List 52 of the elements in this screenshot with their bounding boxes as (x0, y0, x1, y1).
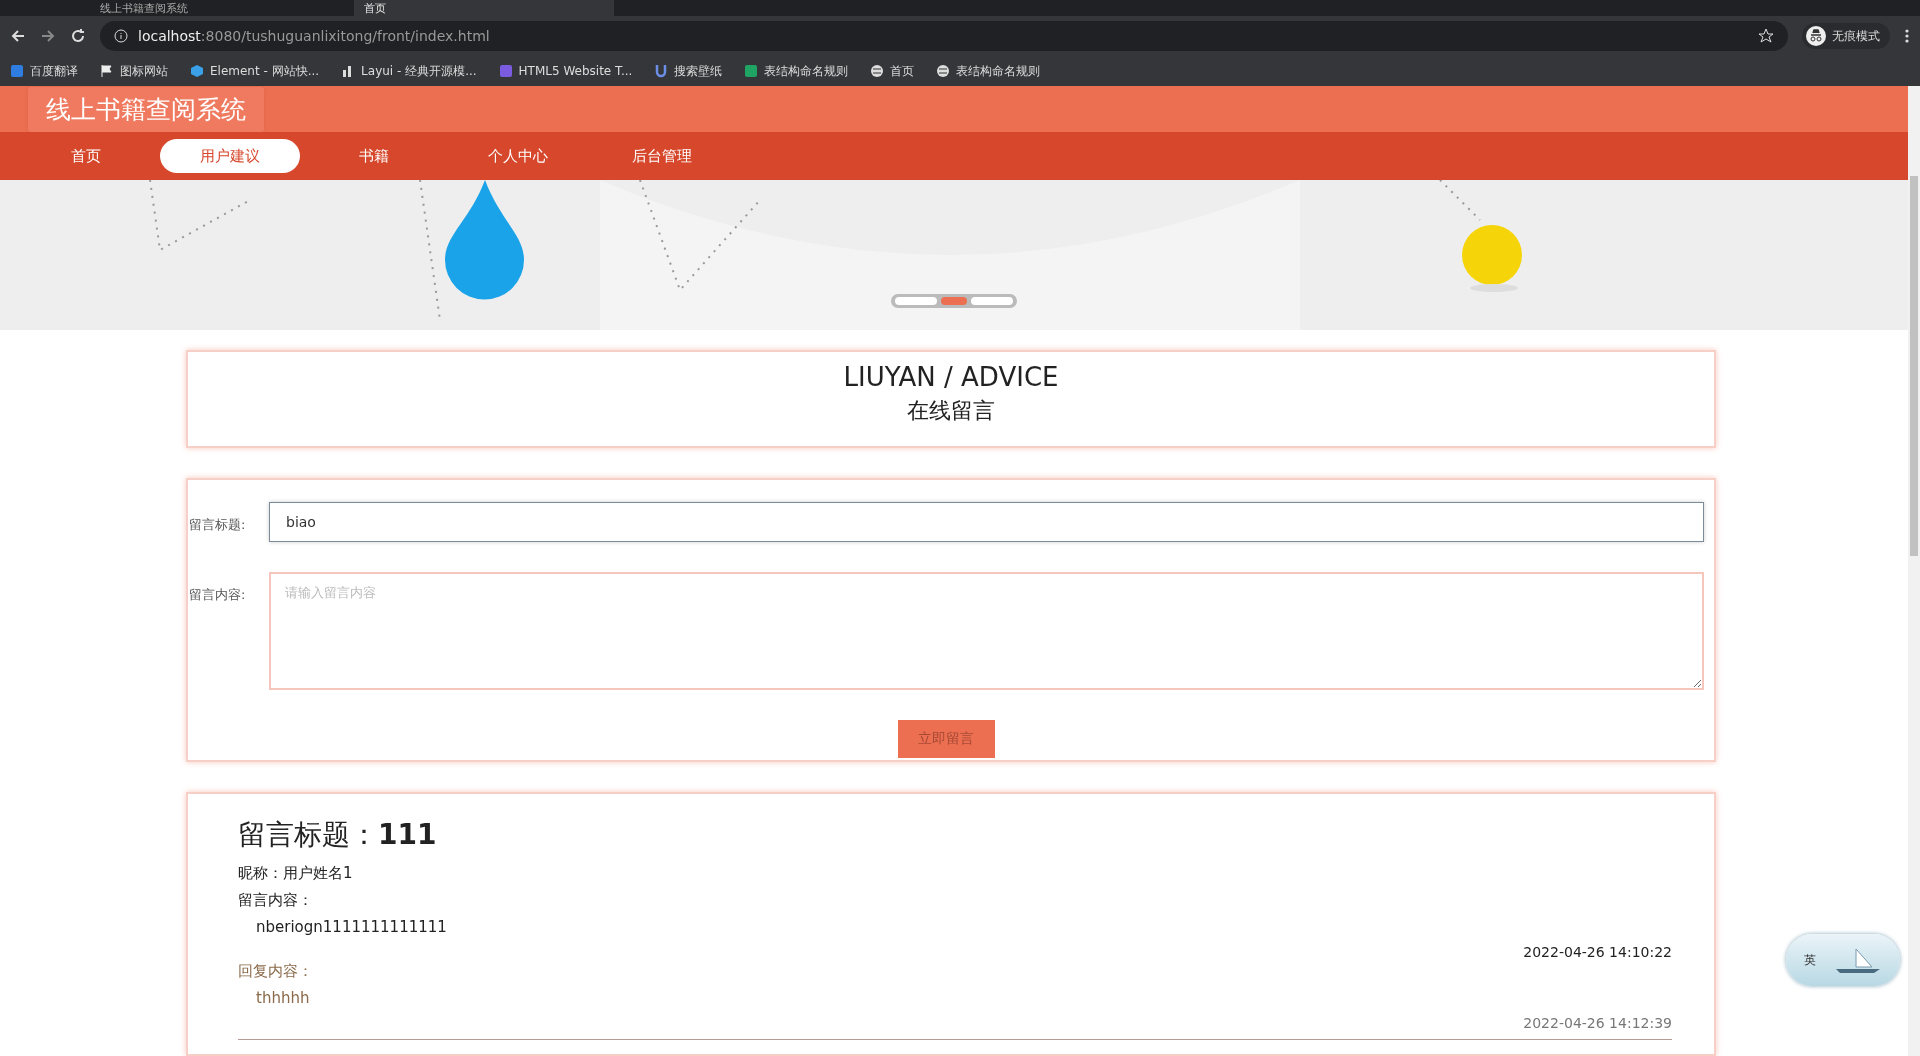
field-label: 留言标题: (188, 516, 247, 534)
bookmark-link[interactable]: Element - 网站快... (190, 62, 320, 80)
magnet-icon (654, 64, 669, 78)
profile-button[interactable]: 无痕模式 (1802, 23, 1890, 49)
back-icon[interactable] (10, 28, 26, 44)
square-icon (744, 64, 759, 78)
info-icon[interactable] (114, 29, 128, 43)
bookmark-link[interactable]: 表结构命名规则 (936, 62, 1041, 80)
globe-icon (870, 64, 885, 78)
content-textarea[interactable]: 请输入留言内容 (269, 572, 1704, 690)
bookmark-link[interactable]: Layui - 经典开源模... (341, 62, 477, 80)
reply-label: 回复内容： (238, 962, 313, 980)
ime-widget[interactable]: 英 (1786, 934, 1900, 986)
title-input[interactable]: biao (269, 502, 1704, 542)
nav-tab[interactable]: 用户建议 (160, 139, 300, 174)
star-icon[interactable] (1758, 28, 1774, 44)
field-label: 留言内容: (188, 586, 247, 604)
bookmark-link[interactable]: HTML5 Website T... (498, 64, 633, 78)
message-content: nberiogn1111111111111 (256, 918, 447, 936)
browser-tab[interactable]: 线上书籍查阅系统 (90, 0, 350, 16)
nav-tab[interactable]: 首页 (16, 139, 156, 174)
hexagon-icon (190, 64, 204, 78)
square-icon (10, 64, 24, 78)
reload-icon[interactable] (70, 28, 86, 44)
bookmark-link[interactable]: 图标网站 (100, 62, 168, 80)
section-title: LIUYAN / ADVICE (842, 361, 1060, 392)
bookmark-link[interactable]: 首页 (870, 62, 915, 80)
incognito-icon (1806, 26, 1826, 46)
bookmark-link[interactable]: 表结构命名规则 (744, 62, 849, 80)
content-label: 留言内容： (238, 891, 314, 910)
nav-tab[interactable]: 个人中心 (448, 139, 588, 174)
globe-icon (936, 64, 951, 78)
scrollbar-thumb[interactable] (1910, 176, 1918, 556)
nav-tab[interactable]: 书籍 (304, 139, 444, 174)
message-time: 2022-04-26 14:10:22 (1523, 944, 1672, 960)
reply-time: 2022-04-26 14:12:39 (1523, 1015, 1672, 1031)
section-subtitle: 在线留言 (906, 397, 996, 425)
url-text: localhost:8080/tushuguanlixitong/front/index.html (138, 28, 490, 44)
nickname-text: 昵称：用户姓名1 (238, 864, 354, 883)
forward-icon[interactable] (40, 28, 56, 44)
bookmark-link[interactable]: 搜索壁纸 (654, 62, 723, 80)
reply-content: thhhhh (256, 989, 310, 1007)
message-title: 留言标题：111 (238, 817, 438, 853)
address-bar[interactable]: localhost:8080/tushuguanlixitong/front/index.html (100, 21, 1788, 51)
browser-tab[interactable]: 首页 (354, 0, 614, 16)
flag-icon (100, 64, 114, 78)
nav-tab[interactable]: 后台管理 (592, 139, 732, 174)
menu-icon[interactable] (1904, 28, 1910, 44)
site-title: 线上书籍查阅系统 (28, 86, 264, 132)
bookmark-link[interactable]: 百度翻译 (10, 62, 78, 80)
square-icon (498, 64, 513, 78)
ime-mode-text: 英 (1804, 951, 1816, 969)
